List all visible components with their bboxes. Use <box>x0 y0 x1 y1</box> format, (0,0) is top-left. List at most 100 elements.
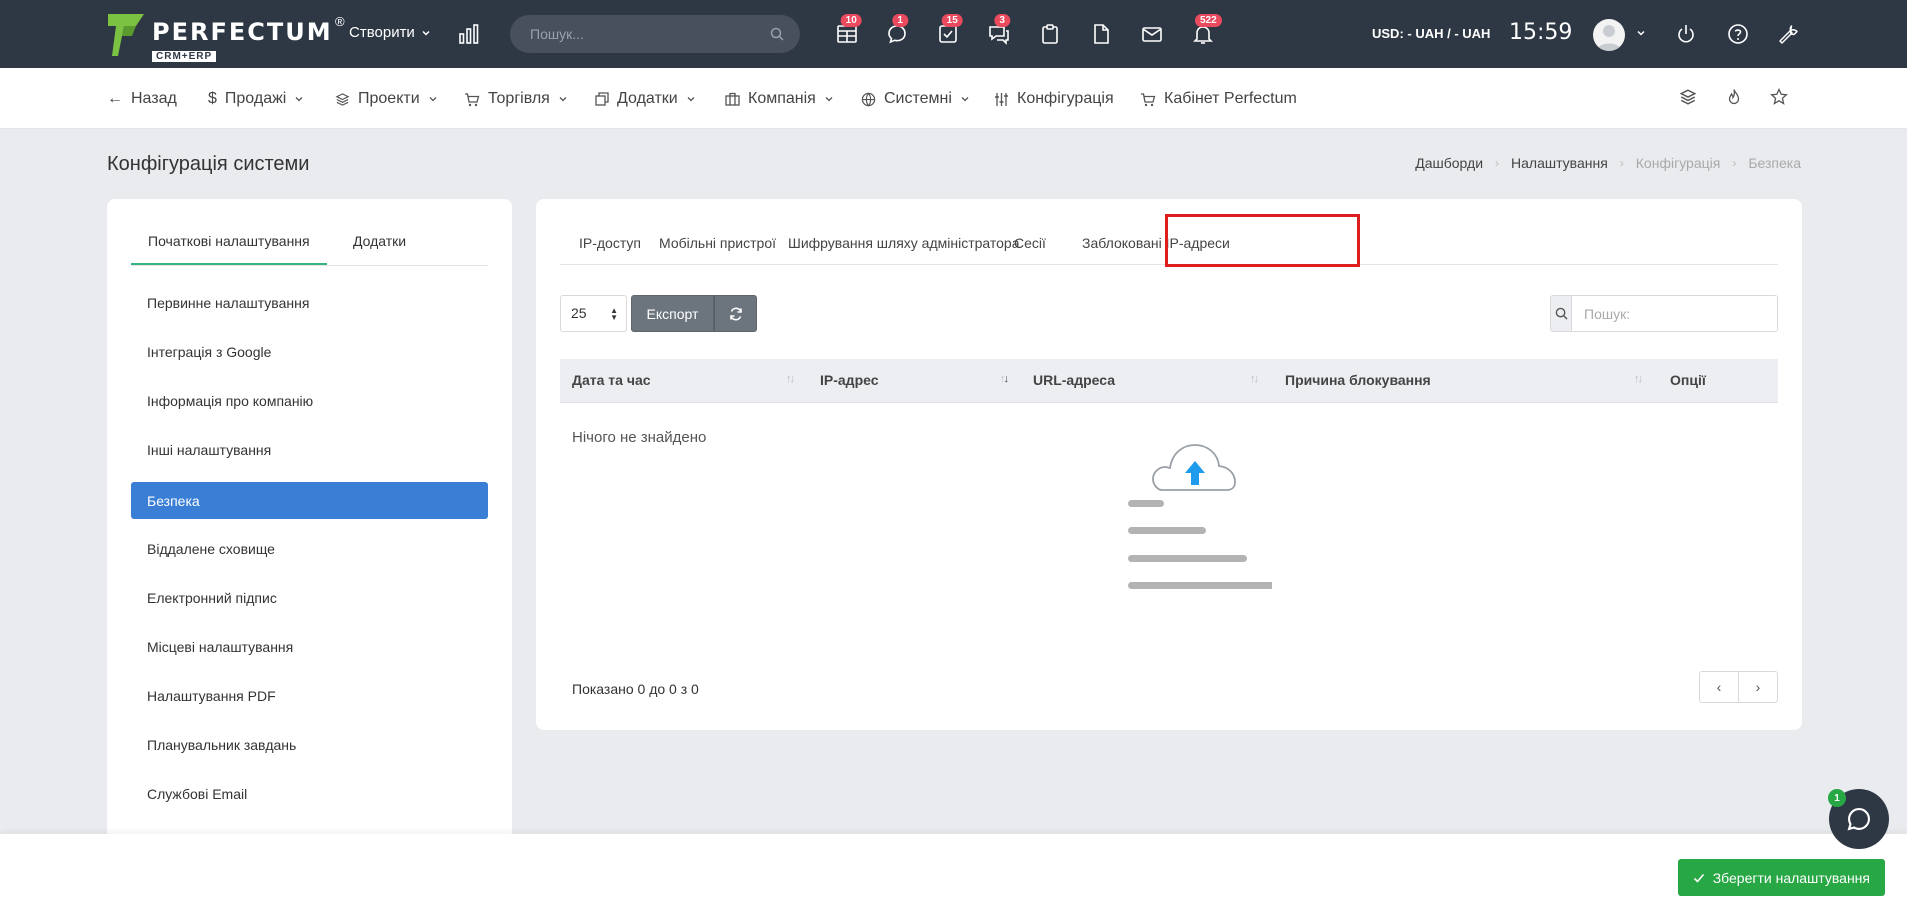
checklist-button[interactable]: 15 <box>936 14 963 46</box>
settings-sidebar: Початкові налаштування Додатки Первинне … <box>107 199 512 839</box>
star-icon[interactable] <box>1770 88 1788 106</box>
column-datetime[interactable]: Дата та час <box>572 372 651 388</box>
sort-arrows-icon: ▲ ▼ <box>610 306 618 322</box>
sidebar-item-security[interactable]: Безпека <box>131 482 488 519</box>
sidebar-item-e-signature[interactable]: Електронний підпис <box>131 579 488 616</box>
wrench-icon <box>1779 25 1798 44</box>
nav-system[interactable]: Системні <box>861 90 970 108</box>
nav-cabinet[interactable]: Кабінет Perfectum <box>1140 90 1297 108</box>
avatar[interactable] <box>1593 19 1625 51</box>
sidebar-item-pdf[interactable]: Налаштування PDF <box>131 677 488 714</box>
chat-bubble-icon <box>1847 808 1870 831</box>
breadcrumb-item[interactable]: Налаштування <box>1511 155 1608 171</box>
sidebar-item-service-email[interactable]: Службові Email <box>131 775 488 812</box>
sort-desc-icon[interactable]: ↑↓ <box>1000 373 1009 385</box>
sidebar-item-primary-setup[interactable]: Первинне налаштування <box>131 284 488 321</box>
layers-icon <box>335 92 350 106</box>
fire-icon[interactable] <box>1725 88 1743 106</box>
notifications-button[interactable]: 522 <box>1191 14 1222 46</box>
check-icon <box>1693 873 1704 883</box>
sidebar-item-company-info[interactable]: Інформація про компанію <box>131 382 488 419</box>
settings-button[interactable] <box>1777 22 1801 46</box>
sort-icon[interactable]: ↑↓ <box>786 373 795 385</box>
mail-icon <box>1142 27 1162 42</box>
active-tab-highlight <box>1165 214 1360 267</box>
nav-addons[interactable]: Додатки <box>595 90 696 108</box>
clipboard-button[interactable] <box>1038 22 1062 46</box>
export-button[interactable]: Експорт <box>631 295 714 332</box>
sidebar-item-local[interactable]: Місцеві налаштування <box>131 628 488 665</box>
clock: 15:59 <box>1509 20 1573 45</box>
tab-admin-path-encryption[interactable]: Шифрування шляху адміністратора <box>788 235 1020 251</box>
page-length-value: 25 <box>571 305 587 321</box>
column-ip[interactable]: IP-адрес <box>820 372 879 388</box>
nav-addons-label: Додатки <box>617 90 678 107</box>
previous-page-button[interactable]: ‹ <box>1700 672 1738 702</box>
chevron-down-icon <box>961 97 969 102</box>
sidebar-tabs: Початкові налаштування Додатки <box>131 199 488 266</box>
tab-addons[interactable]: Додатки <box>353 233 406 249</box>
column-url[interactable]: URL-адреса <box>1033 372 1115 388</box>
chevron-down-icon <box>295 97 303 102</box>
nav-trade-label: Торгівля <box>488 90 550 107</box>
mail-button[interactable] <box>1140 22 1164 46</box>
help-icon <box>1728 24 1748 44</box>
column-reason[interactable]: Причина блокування <box>1285 372 1431 388</box>
comments-badge: 3 <box>994 14 1010 27</box>
nav-trade[interactable]: Торгівля <box>464 90 568 108</box>
search-icon <box>1551 296 1572 331</box>
breadcrumb-item[interactable]: Конфігурація <box>1636 155 1721 171</box>
nav-projects[interactable]: Проекти <box>335 90 438 108</box>
tab-initial-settings[interactable]: Початкові налаштування <box>131 233 327 265</box>
breadcrumb-current: Безпека <box>1748 155 1801 171</box>
sort-icon[interactable]: ↑↓ <box>1634 373 1643 385</box>
globe-icon <box>861 92 876 106</box>
tab-ip-access[interactable]: IP-доступ <box>579 235 641 251</box>
nav-back[interactable]: ← Назад <box>107 90 177 108</box>
save-settings-button[interactable]: Зберегти налаштування <box>1677 859 1885 896</box>
nav-config[interactable]: Конфігурація <box>994 90 1114 108</box>
tasks-table-badge: 10 <box>840 14 862 27</box>
sidebar-item-google[interactable]: Інтеграція з Google <box>131 333 488 370</box>
chat-button[interactable]: 1 <box>885 14 909 46</box>
tab-sessions[interactable]: Сесії <box>1014 235 1046 251</box>
cart-icon <box>1141 92 1156 106</box>
global-search-input[interactable] <box>530 26 770 42</box>
brand-logo[interactable]: PERFECTUM ® CRM+ERP <box>106 12 345 63</box>
nav-back-label: Назад <box>131 90 177 107</box>
layers-icon[interactable] <box>1679 88 1697 106</box>
refresh-button[interactable] <box>714 295 757 332</box>
pagination: ‹ › <box>1699 671 1778 703</box>
sidebar-item-scheduler[interactable]: Планувальник завдань <box>131 726 488 763</box>
logout-button[interactable] <box>1674 22 1698 46</box>
table-search-input[interactable] <box>1572 296 1777 331</box>
tasks-table-button[interactable]: 10 <box>835 14 862 46</box>
nav-sales[interactable]: $ Продажі <box>208 90 304 108</box>
document-button[interactable] <box>1089 22 1113 46</box>
page-length-select[interactable]: 25 ▲ ▼ <box>560 295 627 332</box>
chevron-down-icon[interactable] <box>1636 28 1646 38</box>
dollar-icon: $ <box>208 90 217 107</box>
sort-icon[interactable]: ↑↓ <box>1250 373 1259 385</box>
empty-cloud-upload-icon <box>1128 444 1272 589</box>
table-info: Показано 0 до 0 з 0 <box>572 681 699 697</box>
chevron-down-icon <box>422 30 430 36</box>
tab-mobile-devices[interactable]: Мобільні пристрої <box>659 235 776 251</box>
clipboard-icon <box>1042 24 1058 44</box>
nav-company[interactable]: Компанія <box>725 90 834 108</box>
nav-cabinet-label: Кабінет Perfectum <box>1164 90 1297 107</box>
comments-button[interactable]: 3 <box>987 14 1011 46</box>
bar-chart-icon[interactable] <box>458 24 480 44</box>
next-page-button[interactable]: › <box>1738 672 1777 702</box>
chevron-down-icon <box>825 97 833 102</box>
sidebar-item-remote-storage[interactable]: Віддалене сховище <box>131 530 488 567</box>
help-button[interactable] <box>1726 22 1750 46</box>
sidebar-item-other[interactable]: Інші налаштування <box>131 431 488 468</box>
table-search <box>1550 295 1778 332</box>
brand-registered: ® <box>335 14 345 29</box>
global-search[interactable] <box>510 15 800 53</box>
notifications-badge: 522 <box>1194 14 1222 27</box>
breadcrumb-item[interactable]: Дашборди <box>1415 155 1483 171</box>
create-dropdown[interactable]: Створити <box>349 24 431 41</box>
chevron-down-icon <box>559 97 567 102</box>
